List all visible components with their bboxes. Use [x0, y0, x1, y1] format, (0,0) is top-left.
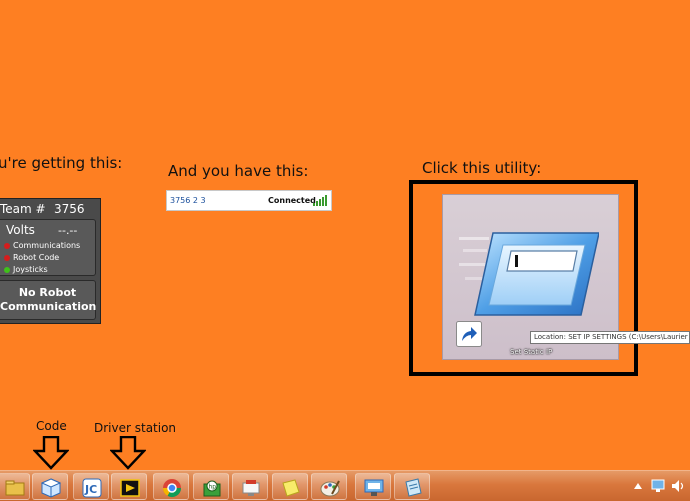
taskbar-hp-utility[interactable]: hp — [193, 473, 229, 500]
indicator-label: Robot Code — [13, 253, 60, 262]
tray-volume-icon[interactable] — [671, 479, 685, 493]
volts-label: Volts — [6, 223, 35, 237]
status-dot-icon — [4, 267, 10, 273]
indicator-communications: Communications — [4, 241, 80, 250]
network-id: 3756 2 3 — [170, 196, 206, 205]
paint-icon — [320, 480, 340, 497]
taskbar-labview-cube[interactable] — [32, 473, 68, 500]
taskbar: JC hp — [0, 470, 690, 501]
ip-settings-window-icon — [459, 232, 599, 316]
status-indicators-box: Volts --.-- Communications Robot Code Jo… — [0, 219, 96, 276]
volts-value: --.-- — [58, 224, 78, 237]
hp-utility-icon: hp — [203, 480, 221, 497]
team-number-row: Team # 3756 — [0, 201, 99, 218]
driver-station-status-panel: Team # 3756 Volts --.-- Communications R… — [0, 198, 101, 324]
tray-network-icon[interactable] — [651, 479, 665, 493]
network-connection-box: 3756 2 3 Connected — [166, 190, 332, 211]
taskbar-sticky-notes[interactable] — [272, 473, 308, 500]
network-status: Connected — [268, 196, 316, 205]
taskbar-network-settings[interactable] — [355, 473, 391, 500]
down-arrow-icon — [110, 436, 146, 470]
annotation-driver-station: Driver station — [94, 421, 177, 435]
taskbar-chrome[interactable] — [153, 473, 189, 500]
no-robot-communication: No Robot Communication — [0, 280, 96, 320]
indicator-robot-code: Robot Code — [4, 253, 59, 262]
driver-station-icon — [120, 479, 140, 497]
taskbar-java-ide[interactable]: JC — [73, 473, 109, 500]
team-number: 3756 — [54, 202, 85, 216]
taskbar-remote-desktop[interactable] — [232, 473, 268, 500]
sticky-notes-icon — [282, 479, 300, 497]
svg-text:hp: hp — [209, 484, 217, 491]
indicator-joysticks: Joysticks — [4, 265, 48, 274]
team-label: Team # — [0, 202, 46, 216]
svg-text:JC: JC — [84, 483, 97, 496]
caption-click-utility: Click this utility: — [422, 159, 542, 177]
down-arrow-icon — [33, 436, 69, 470]
network-settings-icon — [364, 479, 384, 496]
shortcut-arrow-icon — [456, 321, 482, 347]
windows-explorer-icon — [5, 480, 25, 496]
location-tooltip: Location: SET IP SETTINGS (C:\Users\Laur… — [530, 331, 690, 344]
labview-cube-icon — [41, 478, 61, 498]
indicator-label: Communications — [13, 241, 81, 250]
caption-you-have-this: And you have this: — [168, 162, 309, 180]
annotation-code: Code — [36, 419, 67, 433]
signal-strength-icon — [313, 195, 327, 206]
taskbar-notepad[interactable] — [394, 473, 430, 500]
tray-up-arrow-icon[interactable] — [633, 481, 643, 491]
taskbar-driver-station[interactable] — [111, 473, 147, 500]
notepad-icon — [405, 478, 422, 497]
caption-getting-this: u're getting this: — [0, 154, 123, 172]
java-ide-icon: JC — [82, 478, 102, 498]
taskbar-paint[interactable] — [311, 473, 347, 500]
status-dot-icon — [4, 255, 10, 261]
remote-desktop-icon — [242, 480, 260, 496]
indicator-label: Joysticks — [13, 265, 48, 274]
status-dot-icon — [4, 243, 10, 249]
chrome-icon — [163, 479, 181, 498]
taskbar-windows-explorer[interactable] — [0, 473, 30, 500]
utility-label: Set Static IP — [510, 348, 553, 356]
